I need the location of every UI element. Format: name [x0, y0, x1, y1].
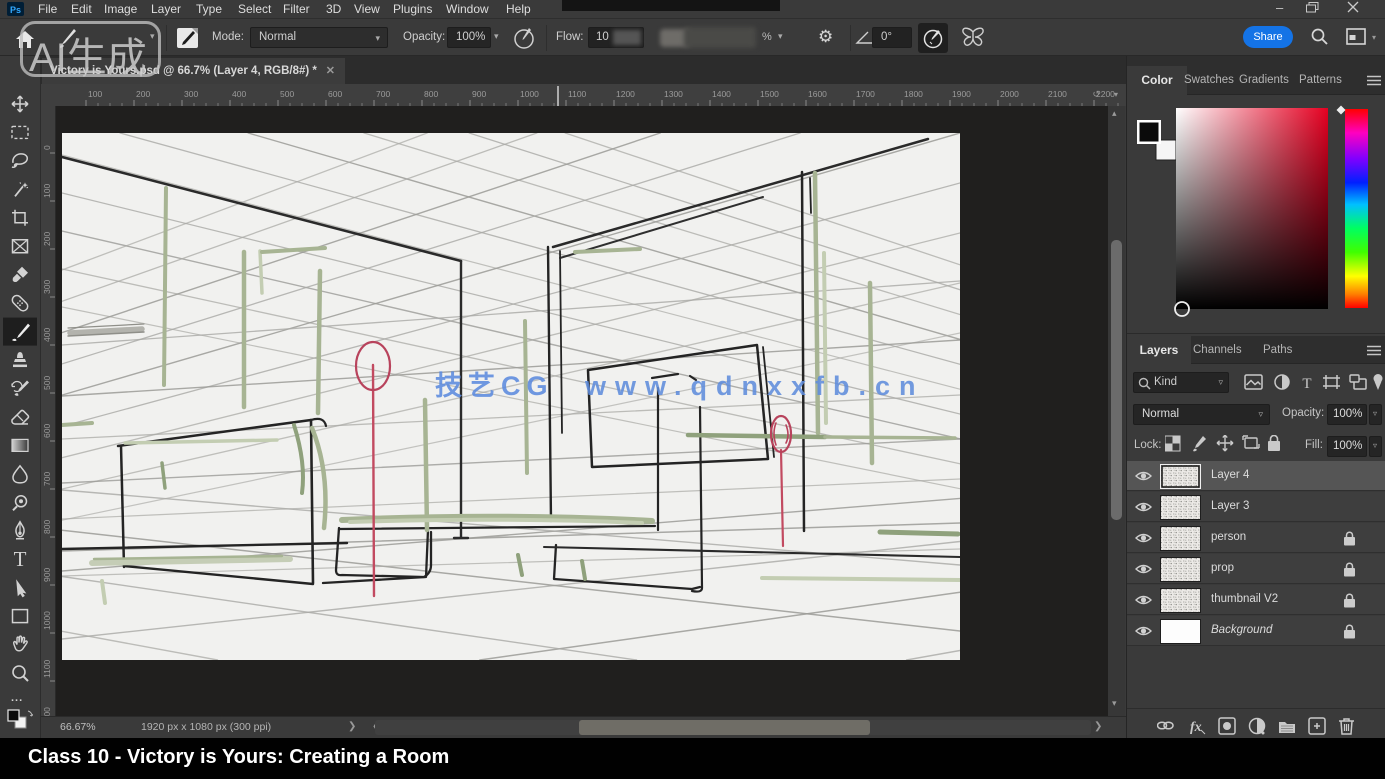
svg-text:500: 500 — [280, 89, 294, 99]
svg-text:700: 700 — [376, 89, 390, 99]
svg-text:600: 600 — [328, 89, 342, 99]
svg-text:1000: 1000 — [520, 89, 539, 99]
svg-text:2100: 2100 — [1048, 89, 1067, 99]
svg-text:1800: 1800 — [904, 89, 923, 99]
svg-text:0: 0 — [42, 145, 52, 150]
svg-text:600: 600 — [42, 424, 52, 438]
svg-text:1400: 1400 — [712, 89, 731, 99]
svg-text:800: 800 — [42, 520, 52, 534]
svg-text:fx: fx — [1190, 720, 1202, 735]
svg-text:700: 700 — [42, 472, 52, 486]
svg-text:100: 100 — [88, 89, 102, 99]
svg-text:900: 900 — [472, 89, 486, 99]
svg-text:1700: 1700 — [856, 89, 875, 99]
svg-text:1200: 1200 — [616, 89, 635, 99]
svg-text:200: 200 — [136, 89, 150, 99]
svg-text:1500: 1500 — [760, 89, 779, 99]
svg-text:2000: 2000 — [1000, 89, 1019, 99]
svg-text:1100: 1100 — [568, 89, 587, 99]
svg-text:1300: 1300 — [664, 89, 683, 99]
svg-text:T: T — [14, 547, 27, 571]
svg-text:500: 500 — [42, 376, 52, 390]
svg-text:400: 400 — [42, 328, 52, 342]
svg-text:200: 200 — [42, 232, 52, 246]
svg-text:1200: 1200 — [42, 707, 52, 716]
svg-text:www.qdnxxfb.cn: www.qdnxxfb.cn — [584, 371, 925, 401]
svg-text:1100: 1100 — [42, 659, 52, 678]
svg-text:900: 900 — [42, 568, 52, 582]
svg-text:Ps: Ps — [10, 5, 21, 15]
svg-text:1000: 1000 — [42, 611, 52, 630]
svg-text:100: 100 — [42, 184, 52, 198]
svg-text:技艺CG: 技艺CG — [435, 371, 554, 401]
svg-text:1900: 1900 — [952, 89, 971, 99]
svg-text:300: 300 — [184, 89, 198, 99]
svg-text:T: T — [1302, 376, 1311, 392]
svg-text:400: 400 — [232, 89, 246, 99]
svg-text:800: 800 — [424, 89, 438, 99]
svg-text:1600: 1600 — [808, 89, 827, 99]
svg-text:300: 300 — [42, 280, 52, 294]
